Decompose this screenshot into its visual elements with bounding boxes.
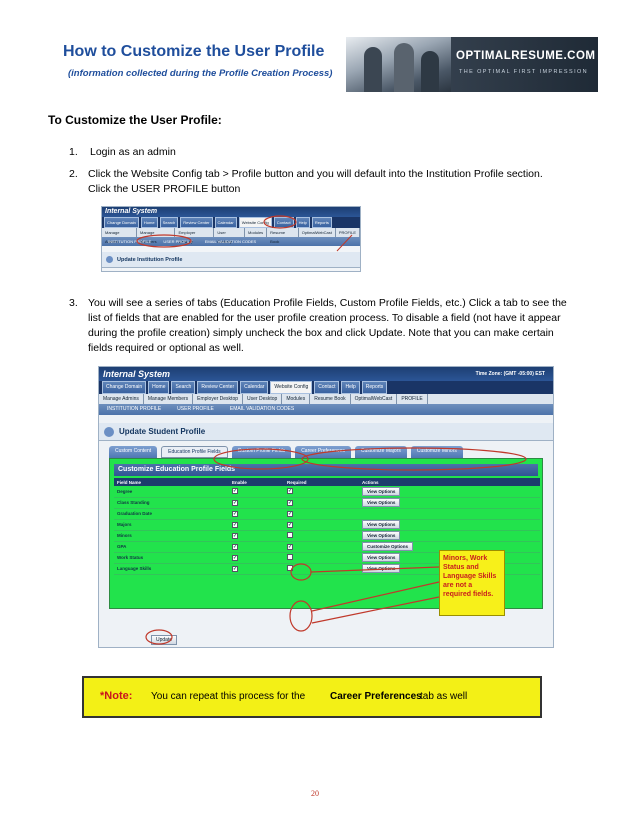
highlight-work-lang-required [289, 600, 313, 632]
note-text: You can repeat this process for the [151, 691, 306, 702]
note-box: *Note: You can repeat this process for t… [82, 676, 542, 718]
step-number: 3. [69, 297, 78, 309]
step-text-line: fields required or optional as well. [88, 342, 244, 354]
note-emphasis: Career Preferences [330, 691, 422, 702]
arrow-minors [310, 566, 440, 573]
arrow-work-status [311, 581, 440, 612]
note-label: *Note: [100, 690, 133, 702]
highlight-update-button [145, 629, 173, 645]
highlight-minors-required [290, 563, 312, 581]
arrow-to-profile [336, 234, 353, 252]
highlight-education-tab [213, 448, 309, 470]
step-3: 3. You will see a series of tabs (Educat… [69, 296, 609, 356]
screenshot-student-profile: Internal System Time Zone: (GMT -05:00) … [98, 366, 554, 648]
highlight-other-tabs [301, 447, 527, 471]
logo-photo [346, 37, 451, 92]
page-title: How to Customize the User Profile [63, 43, 325, 60]
optimalresume-logo: OPTIMALRESUME.COM THE OPTIMAL FIRST IMPR… [346, 37, 598, 92]
logo-brand: OPTIMALRESUME.COM [456, 50, 596, 62]
highlight-website-config [263, 215, 297, 229]
annotation-layer [136, 215, 353, 252]
step-text-line: You will see a series of tabs (Education… [88, 297, 567, 309]
step-text-line: Click the USER PROFILE button [88, 183, 241, 195]
step-2: 2. Click the Website Config tab > Profil… [69, 167, 599, 197]
arrow-language-skills [311, 596, 440, 624]
section-title: To Customize the User Profile: [48, 113, 222, 127]
step-number: 2. [69, 168, 78, 180]
annotation-layer [145, 447, 527, 645]
page-subtitle: (information collected during the Profil… [68, 68, 333, 79]
screenshot-institution-profile: Internal System Change Domain Home Searc… [101, 206, 361, 272]
logo-tagline: THE OPTIMAL FIRST IMPRESSION [459, 69, 589, 75]
step-text-line: Click the Website Config tab > Profile b… [88, 168, 543, 180]
highlight-user-profile [136, 234, 192, 248]
page-number: 20 [311, 789, 319, 798]
step-text-line: list of fields that are enabled for the … [88, 312, 561, 324]
step-text-line: during the profile creation) simply unch… [88, 327, 554, 339]
note-tail: tab as well [420, 691, 468, 702]
step-number: 1. [69, 146, 78, 158]
step-text: Login as an admin [90, 146, 176, 158]
